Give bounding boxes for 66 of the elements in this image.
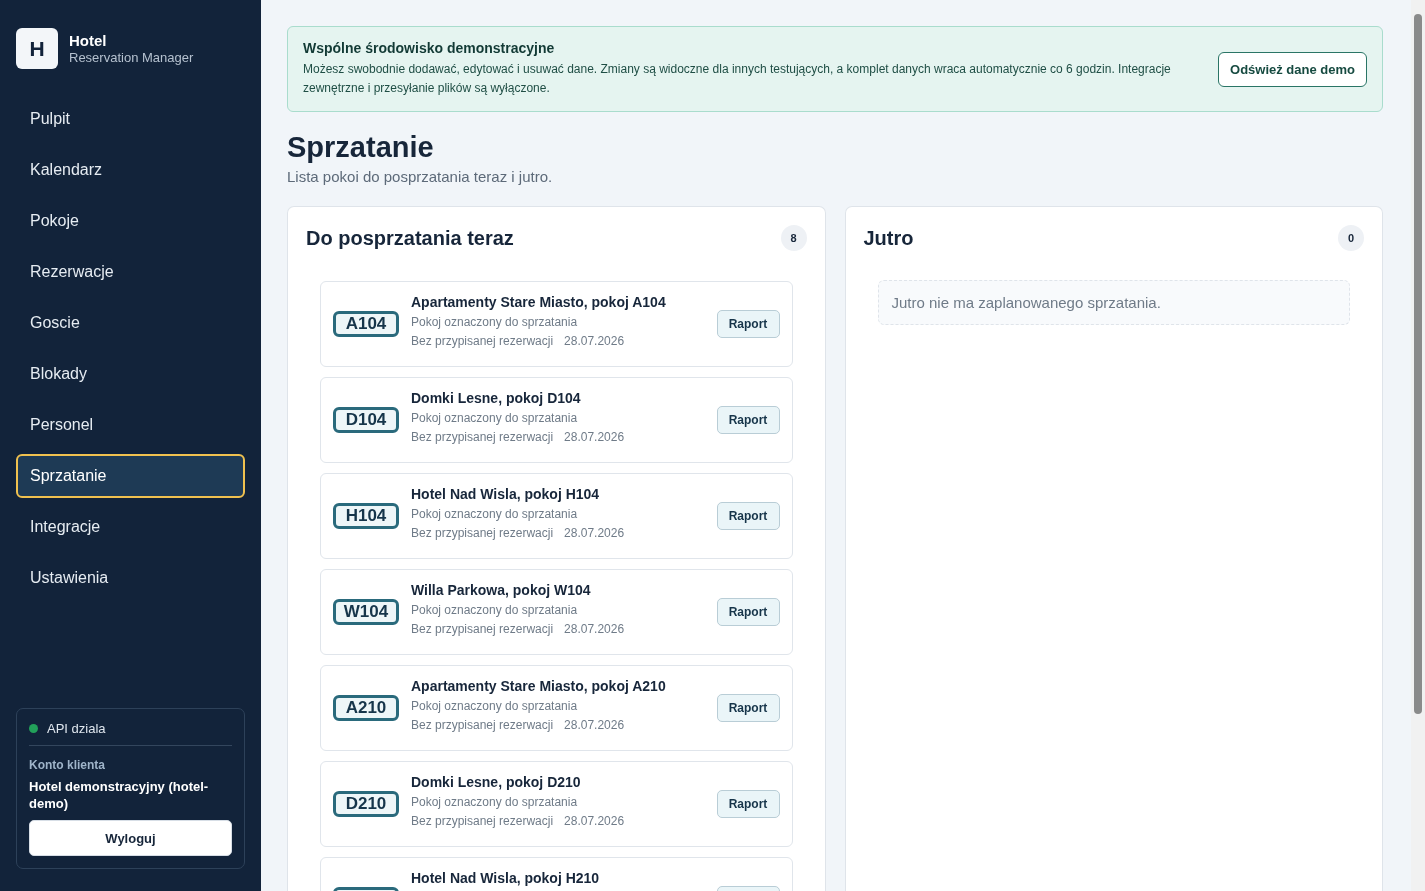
date-text: 28.07.2026 bbox=[564, 430, 625, 444]
banner-title: Wspólne środowisko demonstracyjne bbox=[303, 40, 556, 56]
room-title: Apartamenty Stare Miasto, pokoj A210 bbox=[411, 678, 667, 694]
app-subtitle: Reservation Manager bbox=[69, 50, 194, 65]
room-code: A104 bbox=[333, 311, 399, 337]
report-button[interactable]: Raport bbox=[716, 406, 780, 434]
status-dot bbox=[29, 724, 38, 733]
panel-title: Jutro bbox=[863, 226, 914, 250]
date-text: 28.07.2026 bbox=[564, 718, 625, 732]
account-name: Hotel demonstracyjny (hotel-demo) bbox=[29, 778, 210, 812]
reservation-text: Bez przypisanej rezerwacji bbox=[411, 718, 554, 732]
nav-item[interactable]: Rezerwacje bbox=[16, 250, 245, 294]
nav-item[interactable]: Blokady bbox=[16, 352, 245, 396]
nav-item[interactable]: Ustawienia bbox=[16, 556, 245, 600]
room-title: Willa Parkowa, pokoj W104 bbox=[411, 582, 592, 598]
date-text: 28.07.2026 bbox=[564, 334, 625, 348]
room-status: Pokoj oznaczony do sprzatania bbox=[411, 507, 579, 521]
reservation-text: Bez przypisanej rezerwacji bbox=[411, 526, 554, 540]
reservation-text: Bez przypisanej rezerwacji bbox=[411, 814, 554, 828]
account-label: Konto klienta bbox=[29, 758, 106, 772]
page-subtitle: Lista pokoi do posprzatania teraz i jutro. bbox=[287, 168, 554, 185]
reservation-text: Bez przypisanej rezerwacji bbox=[411, 622, 554, 636]
nav-item[interactable]: Integracje bbox=[16, 505, 245, 549]
room-title: Domki Lesne, pokoj D210 bbox=[411, 774, 582, 790]
reservation-text: Bez przypisanej rezerwacji bbox=[411, 430, 554, 444]
nav-item[interactable]: Sprzatanie bbox=[16, 454, 245, 498]
room-title: Domki Lesne, pokoj D104 bbox=[411, 390, 582, 406]
panel-title: Do posprzatania teraz bbox=[306, 226, 514, 250]
reservation-text: Bez przypisanej rezerwacji bbox=[411, 334, 554, 348]
date-text: 28.07.2026 bbox=[564, 622, 625, 636]
nav-item[interactable]: Kalendarz bbox=[16, 148, 245, 192]
count-badge: 0 bbox=[1338, 225, 1364, 251]
room-code: A210 bbox=[333, 695, 399, 721]
nav-item[interactable]: Goscie bbox=[16, 301, 245, 345]
empty-message: Jutro nie ma zaplanowanego sprzatania. bbox=[877, 280, 1350, 325]
room-status: Pokoj oznaczony do sprzatania bbox=[411, 411, 579, 425]
nav-item[interactable]: Personel bbox=[16, 403, 245, 447]
room-title: Hotel Nad Wisla, pokoj H210 bbox=[411, 870, 601, 886]
room-code: D210 bbox=[333, 791, 399, 817]
report-button[interactable]: Raport bbox=[716, 790, 780, 818]
logo: H bbox=[16, 28, 58, 69]
report-button[interactable]: Raport bbox=[716, 502, 780, 530]
room-status: Pokoj oznaczony do sprzatania bbox=[411, 315, 579, 329]
page-title: Sprzatanie bbox=[287, 131, 435, 164]
room-code: D104 bbox=[333, 407, 399, 433]
room-status: Pokoj oznaczony do sprzatania bbox=[411, 795, 579, 809]
report-button[interactable]: Raport bbox=[716, 310, 780, 338]
report-button[interactable]: Raport bbox=[716, 694, 780, 722]
date-text: 28.07.2026 bbox=[564, 814, 625, 828]
nav-item[interactable]: Pokoje bbox=[16, 199, 245, 243]
room-code: H104 bbox=[333, 503, 399, 529]
count-badge: 8 bbox=[780, 225, 807, 251]
scrollbar[interactable] bbox=[1411, 0, 1425, 891]
room-code: W104 bbox=[333, 599, 399, 625]
banner-text: Możesz swobodnie dodawać, edytować i usuwać dane. Zmiany są widoczne dla innych testujących, a komplet danych wraca automatycznie co 6 godzin. Integracje zewnętrzne i przesyłanie plików są wyłączone. bbox=[303, 61, 1172, 97]
logout-button[interactable]: Wyloguj bbox=[29, 820, 232, 856]
app-title: Hotel bbox=[69, 32, 108, 49]
nav-item[interactable]: Pulpit bbox=[16, 97, 245, 141]
room-status: Pokoj oznaczony do sprzatania bbox=[411, 603, 579, 617]
room-status: Pokoj oznaczony do sprzatania bbox=[411, 699, 579, 713]
date-text: 28.07.2026 bbox=[564, 526, 625, 540]
api-status: API dziala bbox=[47, 721, 106, 736]
room-title: Hotel Nad Wisla, pokoj H104 bbox=[411, 486, 601, 502]
room-title: Apartamenty Stare Miasto, pokoj A104 bbox=[411, 294, 667, 310]
refresh-button[interactable]: Odśwież dane demo bbox=[1218, 51, 1367, 87]
report-button[interactable]: Raport bbox=[716, 598, 780, 626]
